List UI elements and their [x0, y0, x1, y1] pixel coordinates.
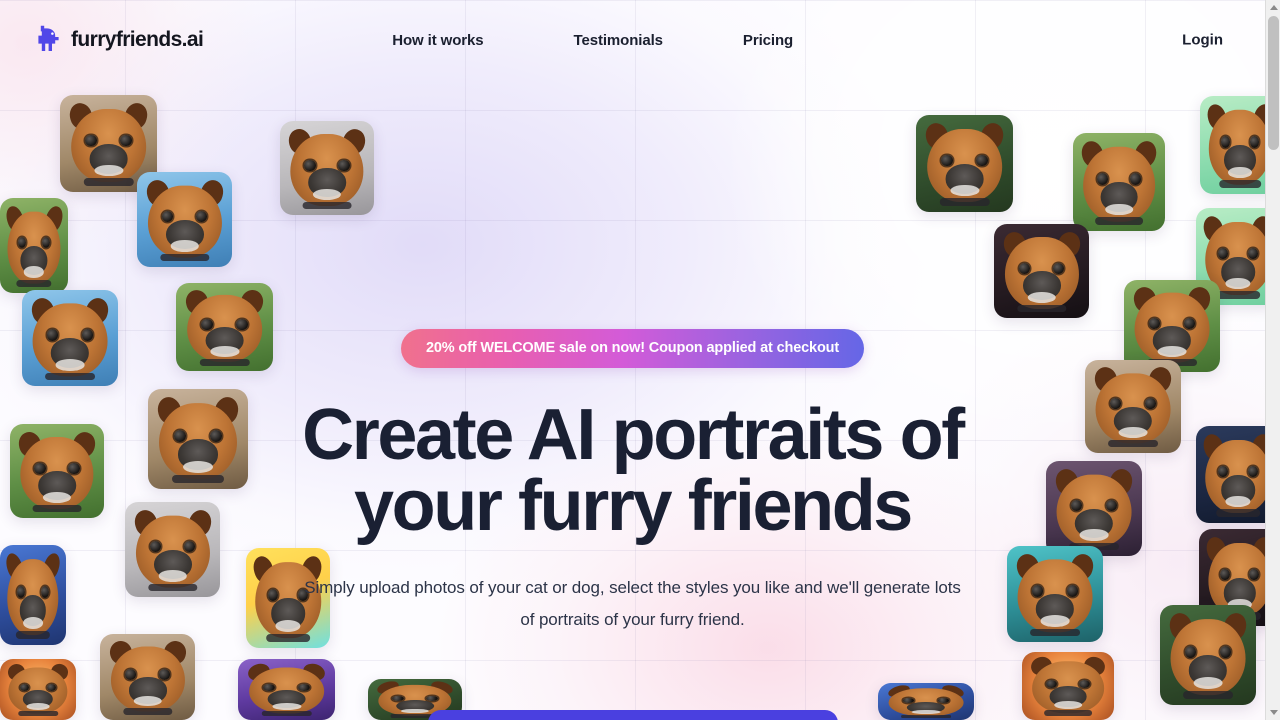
portrait-art [100, 634, 195, 720]
login-link[interactable]: Login [1182, 32, 1223, 49]
ai-dog-portrait-13 [0, 659, 76, 720]
ai-dog-portrait-16 [916, 115, 1013, 212]
portrait-art [238, 659, 335, 720]
headline-line-1: Create AI portraits of [302, 395, 965, 475]
ai-dog-portrait-12 [100, 634, 195, 720]
portrait-art [1073, 133, 1165, 231]
page-scrollbar[interactable] [1265, 0, 1280, 720]
primary-nav: How it works Testimonials Pricing [392, 32, 833, 49]
ai-dog-portrait-5 [22, 290, 118, 386]
headline-line-2: your furry friends [354, 466, 913, 547]
brand-name: furryfriends.ai [71, 28, 204, 51]
portrait-art [0, 545, 66, 645]
portrait-art [1022, 652, 1114, 720]
portrait-art [1007, 546, 1103, 642]
ai-dog-portrait-28 [1022, 652, 1114, 720]
ai-dog-portrait-6 [176, 283, 273, 371]
landing-page-root: furryfriends.ai How it works Testimonial… [0, 0, 1280, 720]
portrait-art [1085, 360, 1181, 453]
portrait-art [1046, 461, 1142, 556]
portrait-art [878, 683, 974, 720]
ai-dog-portrait-10 [125, 502, 220, 597]
portrait-art [148, 389, 248, 489]
portrait-art [137, 172, 232, 267]
scroll-up-button[interactable] [1266, 0, 1280, 15]
ai-dog-portrait-14 [238, 659, 335, 720]
ai-dog-portrait-9 [0, 545, 66, 645]
portrait-art [1124, 280, 1220, 372]
ai-dog-portrait-25 [1007, 546, 1103, 642]
ai-dog-portrait-19 [994, 224, 1089, 318]
nav-link-how-it-works[interactable]: How it works [392, 32, 533, 49]
ai-dog-portrait-8 [10, 424, 104, 518]
brand-logo-link[interactable]: furryfriends.ai [34, 25, 204, 55]
portrait-art [125, 502, 220, 597]
ai-dog-portrait-3 [0, 198, 68, 293]
ai-dog-portrait-2 [280, 121, 374, 215]
ai-dog-portrait-23 [1046, 461, 1142, 556]
nav-link-testimonials[interactable]: Testimonials [534, 32, 703, 49]
page-title: Create AI portraits of your furry friend… [283, 399, 983, 547]
hero-subtext: Simply upload photos of your cat or dog,… [304, 577, 961, 629]
portrait-art [280, 121, 374, 215]
ai-dog-portrait-22 [1085, 360, 1181, 453]
ai-dog-portrait-17 [1073, 133, 1165, 231]
portrait-art [10, 424, 104, 518]
ai-dog-portrait-7 [148, 389, 248, 489]
portrait-art [0, 659, 76, 720]
dog-silhouette-icon [38, 25, 59, 51]
ai-dog-portrait-21 [1124, 280, 1220, 372]
ai-dog-portrait-29 [878, 683, 974, 720]
portrait-art [994, 224, 1089, 318]
scrollbar-thumb[interactable] [1268, 16, 1279, 150]
triangle-down-icon [1269, 710, 1278, 715]
triangle-up-icon [1269, 5, 1278, 10]
portrait-art [1160, 605, 1256, 705]
portrait-art [916, 115, 1013, 212]
promo-banner[interactable]: 20% off WELCOME sale on now! Coupon appl… [400, 329, 865, 368]
portrait-art [22, 290, 118, 386]
ai-dog-portrait-27 [1160, 605, 1256, 705]
scroll-down-button[interactable] [1266, 705, 1280, 720]
portrait-art [0, 198, 68, 293]
get-started-button[interactable]: Get started [427, 710, 838, 720]
nav-link-pricing[interactable]: Pricing [703, 32, 833, 49]
portrait-art [176, 283, 273, 371]
site-header: furryfriends.ai How it works Testimonial… [0, 0, 1265, 80]
ai-dog-portrait-4 [137, 172, 232, 267]
